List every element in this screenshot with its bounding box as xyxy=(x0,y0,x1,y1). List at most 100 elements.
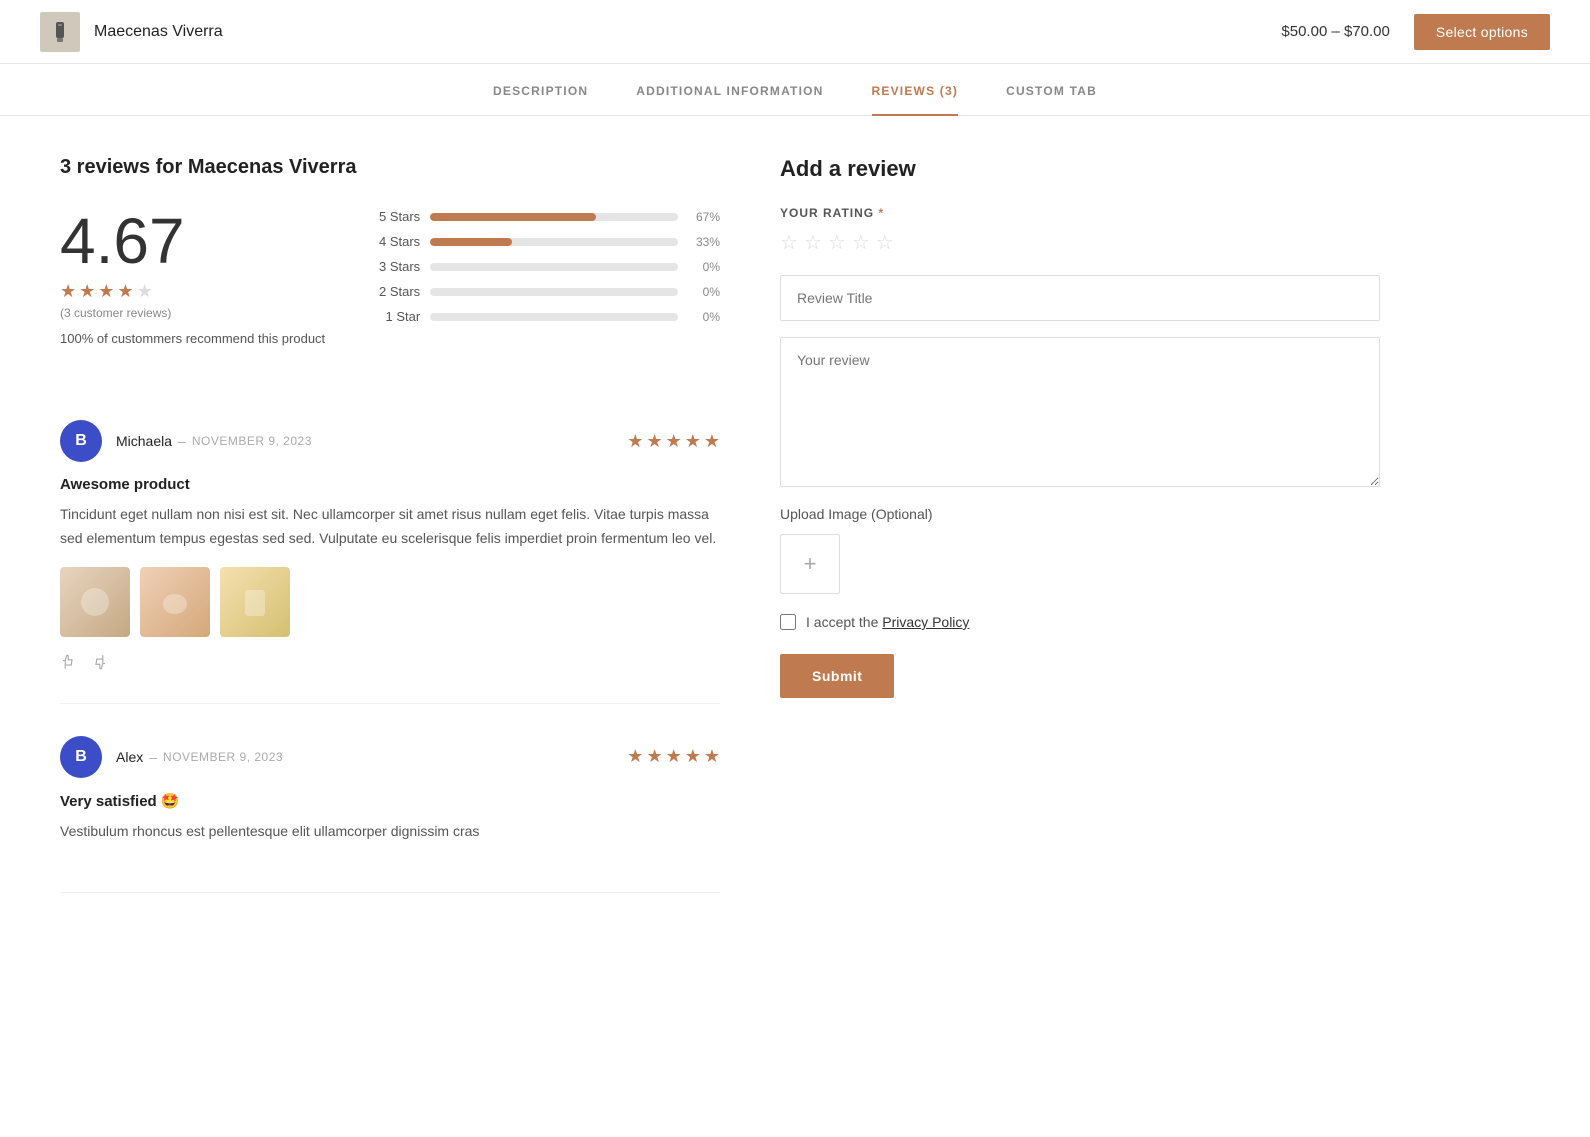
review-body-input[interactable] xyxy=(780,337,1380,487)
bar-row-3: 3 Stars 0% xyxy=(365,259,720,274)
bar-row-5: 5 Stars 67% xyxy=(365,209,720,224)
rate-star-3[interactable]: ☆ xyxy=(828,230,846,255)
upload-label: Upload Image (Optional) xyxy=(780,506,1380,522)
bar-track-2 xyxy=(430,288,678,296)
privacy-text: I accept the Privacy Policy xyxy=(806,614,969,630)
bar-fill-4 xyxy=(430,238,512,246)
bar-label-2: 2 Stars xyxy=(365,284,420,299)
upload-image-button[interactable]: + xyxy=(780,534,840,594)
product-thumbnail xyxy=(40,12,80,52)
overall-rating: 4.67 xyxy=(60,209,325,273)
bar-row-2: 2 Stars 0% xyxy=(365,284,720,299)
reviewer-info-2: B Alex – November 9, 2023 xyxy=(60,736,283,778)
header-left: Maecenas Viverra xyxy=(40,12,223,52)
reviewer-meta-2: Alex – November 9, 2023 xyxy=(116,749,283,765)
reviewer-meta-1: Michaela – November 9, 2023 xyxy=(116,433,312,449)
bar-pct-5: 67% xyxy=(688,210,720,224)
tab-reviews[interactable]: REVIEWS (3) xyxy=(872,64,959,116)
review-stars-1: ★ ★ ★ ★ ★ xyxy=(627,431,720,452)
rating-big: 4.67 ★ ★ ★ ★ ★ (3 customer reviews) 100%… xyxy=(60,209,325,348)
star-rating-select[interactable]: ☆ ☆ ☆ ☆ ☆ xyxy=(780,230,1380,255)
reviewer-name-1: Michaela xyxy=(116,433,172,449)
tabs-nav: DESCRIPTION ADDITIONAL INFORMATION REVIE… xyxy=(0,64,1590,116)
reviewer-name-date-1: Michaela – November 9, 2023 xyxy=(116,433,312,449)
reviewer-name-2: Alex xyxy=(116,749,143,765)
rating-bars: 5 Stars 67% 4 Stars 33% 3 Stars xyxy=(365,209,720,324)
rating-label: YOUR RATING * xyxy=(780,206,1380,220)
star-2: ★ xyxy=(79,281,95,302)
privacy-checkbox[interactable] xyxy=(780,614,796,630)
review-header-1: B Michaela – November 9, 2023 ★ ★ ★ ★ xyxy=(60,420,720,462)
review-body-2: Vestibulum rhoncus est pellentesque elit… xyxy=(60,820,720,844)
review-img-1b[interactable] xyxy=(140,567,210,637)
star-5: ★ xyxy=(137,281,153,302)
header-right: $50.00 – $70.00 Select options xyxy=(1281,14,1550,50)
reviews-heading: 3 reviews for Maecenas Viverra xyxy=(60,156,720,179)
dash-2: – xyxy=(149,749,157,765)
main-content: 3 reviews for Maecenas Viverra 4.67 ★ ★ … xyxy=(0,116,1590,933)
avatar-1: B xyxy=(60,420,102,462)
rate-star-1[interactable]: ☆ xyxy=(780,230,798,255)
bar-row-1: 1 Star 0% xyxy=(365,309,720,324)
star-4: ★ xyxy=(117,281,133,302)
privacy-row: I accept the Privacy Policy xyxy=(780,614,1380,630)
bar-label-1: 1 Star xyxy=(365,309,420,324)
bar-track-3 xyxy=(430,263,678,271)
recommend-text: 100% of custommers recommend this produc… xyxy=(60,330,325,348)
rate-star-4[interactable]: ☆ xyxy=(852,230,870,255)
rate-star-5[interactable]: ☆ xyxy=(876,230,894,255)
rating-required: * xyxy=(878,206,884,220)
review-title-2: Very satisfied 🤩 xyxy=(60,792,720,810)
bar-label-4: 4 Stars xyxy=(365,234,420,249)
bar-label-5: 5 Stars xyxy=(365,209,420,224)
rating-summary: 4.67 ★ ★ ★ ★ ★ (3 customer reviews) 100%… xyxy=(60,209,720,348)
review-body-1: Tincidunt eget nullam non nisi est sit. … xyxy=(60,503,720,551)
bar-label-3: 3 Stars xyxy=(365,259,420,274)
select-options-button[interactable]: Select options xyxy=(1414,14,1550,50)
site-header: Maecenas Viverra $50.00 – $70.00 Select … xyxy=(0,0,1590,64)
bar-track-4 xyxy=(430,238,678,246)
vote-row-1 xyxy=(60,653,720,671)
reviewer-date-1: November 9, 2023 xyxy=(192,434,312,448)
rating-count: (3 customer reviews) xyxy=(60,306,325,320)
bar-track-5 xyxy=(430,213,678,221)
overall-stars: ★ ★ ★ ★ ★ xyxy=(60,281,325,302)
reviewer-date-2: November 9, 2023 xyxy=(163,750,283,764)
bar-fill-5 xyxy=(430,213,596,221)
privacy-policy-link[interactable]: Privacy Policy xyxy=(882,614,969,630)
add-review-column: Add a review YOUR RATING * ☆ ☆ ☆ ☆ ☆ Upl… xyxy=(780,156,1380,893)
review-images-1 xyxy=(60,567,720,637)
review-stars-2: ★ ★ ★ ★ ★ xyxy=(627,746,720,767)
review-title-input[interactable] xyxy=(780,275,1380,321)
rate-star-2[interactable]: ☆ xyxy=(804,230,822,255)
tab-custom[interactable]: CUSTOM TAB xyxy=(1006,64,1097,116)
header-product-name: Maecenas Viverra xyxy=(94,23,223,41)
bar-pct-2: 0% xyxy=(688,285,720,299)
bar-pct-1: 0% xyxy=(688,310,720,324)
star-3: ★ xyxy=(98,281,114,302)
star-1: ★ xyxy=(60,281,76,302)
review-item-2: B Alex – November 9, 2023 ★ ★ ★ ★ xyxy=(60,704,720,893)
reviews-column: 3 reviews for Maecenas Viverra 4.67 ★ ★ … xyxy=(60,156,720,893)
review-header-2: B Alex – November 9, 2023 ★ ★ ★ ★ xyxy=(60,736,720,778)
thumbs-up-1[interactable] xyxy=(60,653,78,671)
tab-additional-information[interactable]: ADDITIONAL INFORMATION xyxy=(636,64,823,116)
bar-pct-4: 33% xyxy=(688,235,720,249)
review-title-1: Awesome product xyxy=(60,476,720,493)
bar-pct-3: 0% xyxy=(688,260,720,274)
avatar-2: B xyxy=(60,736,102,778)
submit-review-button[interactable]: Submit xyxy=(780,654,894,698)
review-img-1c[interactable] xyxy=(220,567,290,637)
reviewer-info-1: B Michaela – November 9, 2023 xyxy=(60,420,312,462)
reviewer-name-date-2: Alex – November 9, 2023 xyxy=(116,749,283,765)
price-range: $50.00 – $70.00 xyxy=(1281,23,1389,40)
review-img-1a[interactable] xyxy=(60,567,130,637)
upload-plus-icon: + xyxy=(804,551,817,577)
dash-1: – xyxy=(178,433,186,449)
thumbs-down-1[interactable] xyxy=(90,653,108,671)
bar-track-1 xyxy=(430,313,678,321)
add-review-heading: Add a review xyxy=(780,156,1380,182)
tab-description[interactable]: DESCRIPTION xyxy=(493,64,588,116)
bar-row-4: 4 Stars 33% xyxy=(365,234,720,249)
review-item-1: B Michaela – November 9, 2023 ★ ★ ★ ★ xyxy=(60,388,720,704)
